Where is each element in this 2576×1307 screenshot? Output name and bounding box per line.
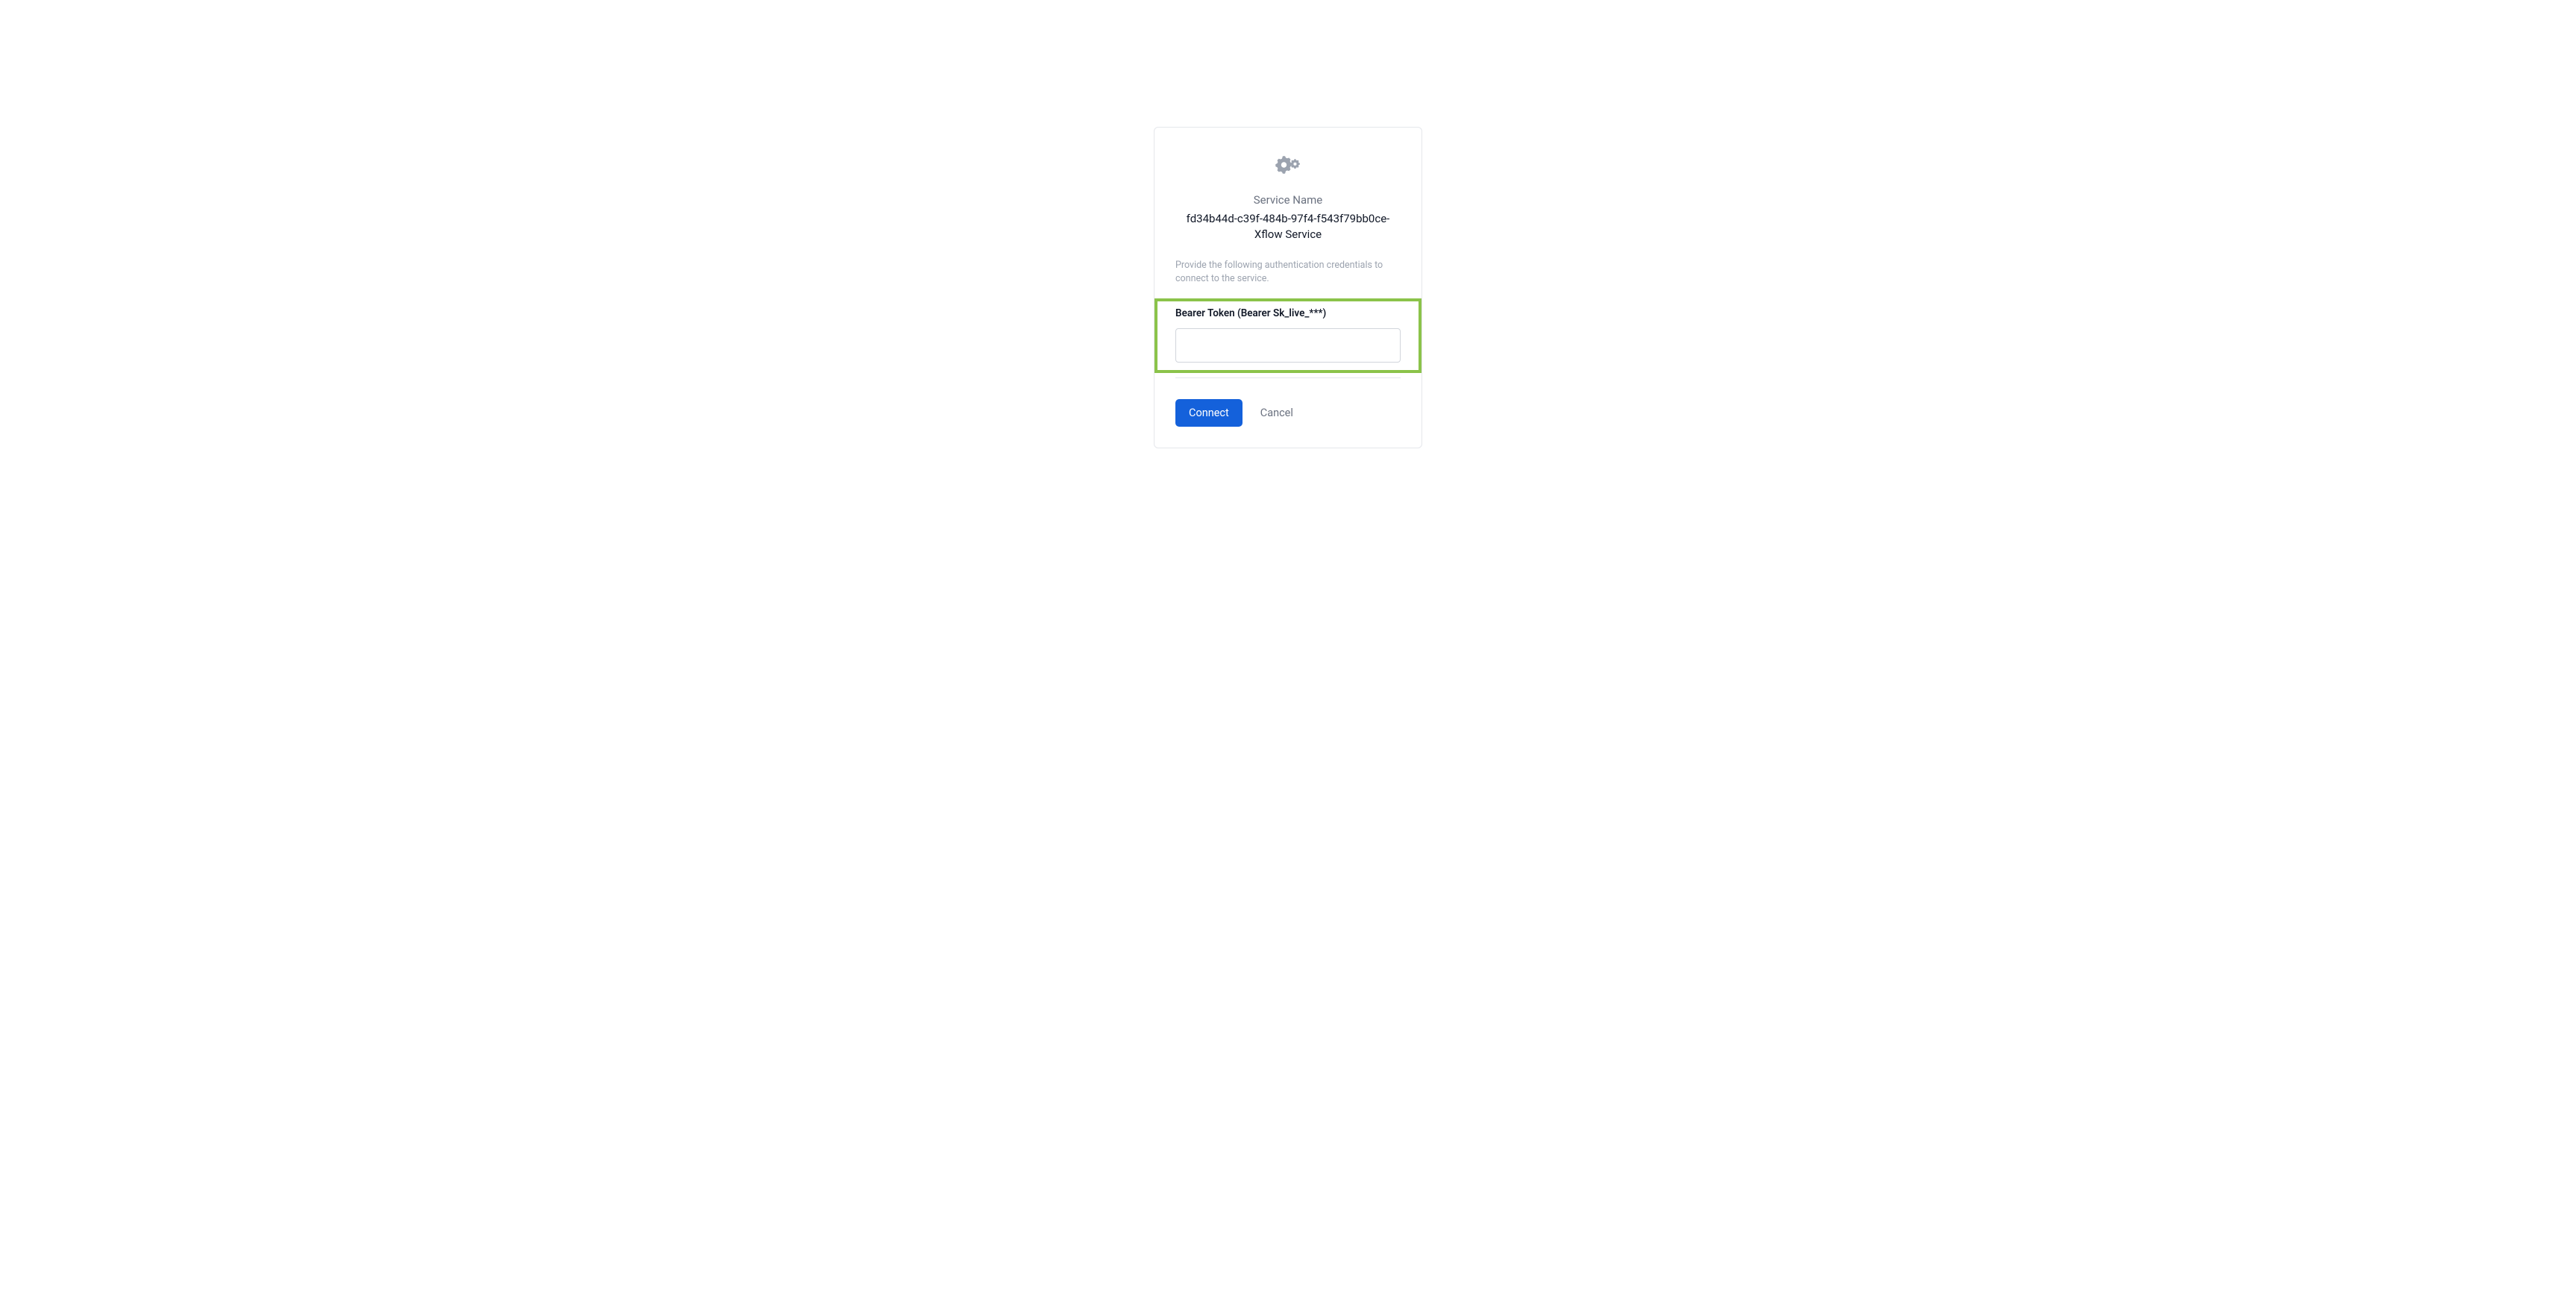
service-name-label: Service Name [1175, 193, 1401, 207]
service-name-value: fd34b44d-c39f-484b-97f4-f543f79bb0ce-Xfl… [1175, 211, 1401, 242]
instruction-text: Provide the following authentication cre… [1175, 259, 1401, 285]
auth-dialog: Service Name fd34b44d-c39f-484b-97f4-f54… [1154, 127, 1422, 448]
button-row: Connect Cancel [1175, 399, 1401, 427]
icon-container [1175, 154, 1401, 175]
cancel-button[interactable]: Cancel [1257, 399, 1296, 427]
bearer-token-label: Bearer Token (Bearer Sk_live_***) [1175, 307, 1401, 319]
divider-bottom [1175, 377, 1401, 378]
highlighted-field-section: Bearer Token (Bearer Sk_live_***) [1155, 298, 1421, 373]
bearer-token-input[interactable] [1175, 328, 1401, 363]
connect-button[interactable]: Connect [1175, 399, 1243, 427]
gears-icon [1275, 154, 1301, 175]
